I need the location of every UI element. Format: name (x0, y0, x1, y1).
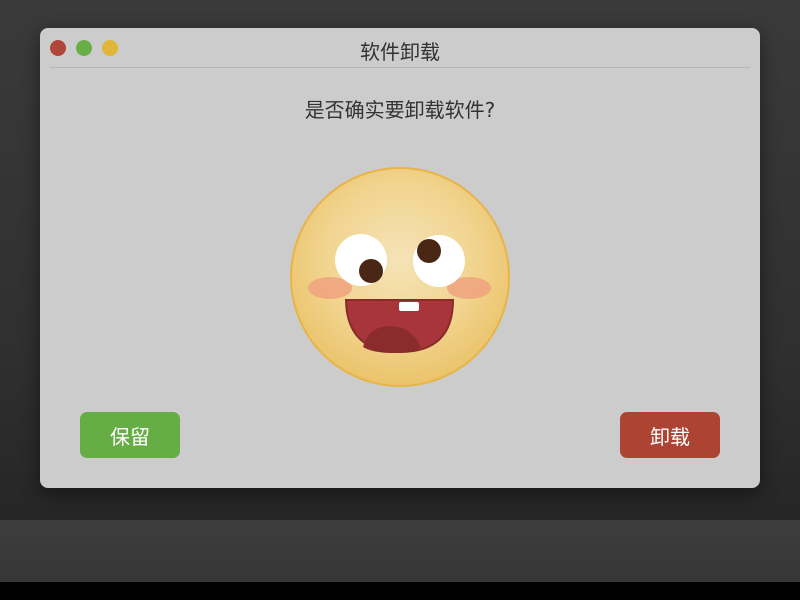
taskbar (0, 520, 800, 582)
keep-button[interactable]: 保留 (80, 412, 180, 458)
smiley-face-icon (289, 166, 511, 388)
uninstall-dialog-window: 软件卸载 是否确实要卸载软件? 保留 卸载 (40, 28, 760, 488)
confirmation-question: 是否确实要卸载软件? (304, 98, 496, 122)
right-pupil (417, 239, 441, 263)
left-pupil (359, 259, 383, 283)
tooth (399, 302, 419, 311)
title-divider (50, 67, 750, 68)
screen-bottom-edge (0, 582, 800, 600)
face-circle (290, 167, 510, 387)
uninstall-button[interactable]: 卸载 (620, 412, 720, 458)
window-title: 软件卸载 (360, 40, 440, 64)
